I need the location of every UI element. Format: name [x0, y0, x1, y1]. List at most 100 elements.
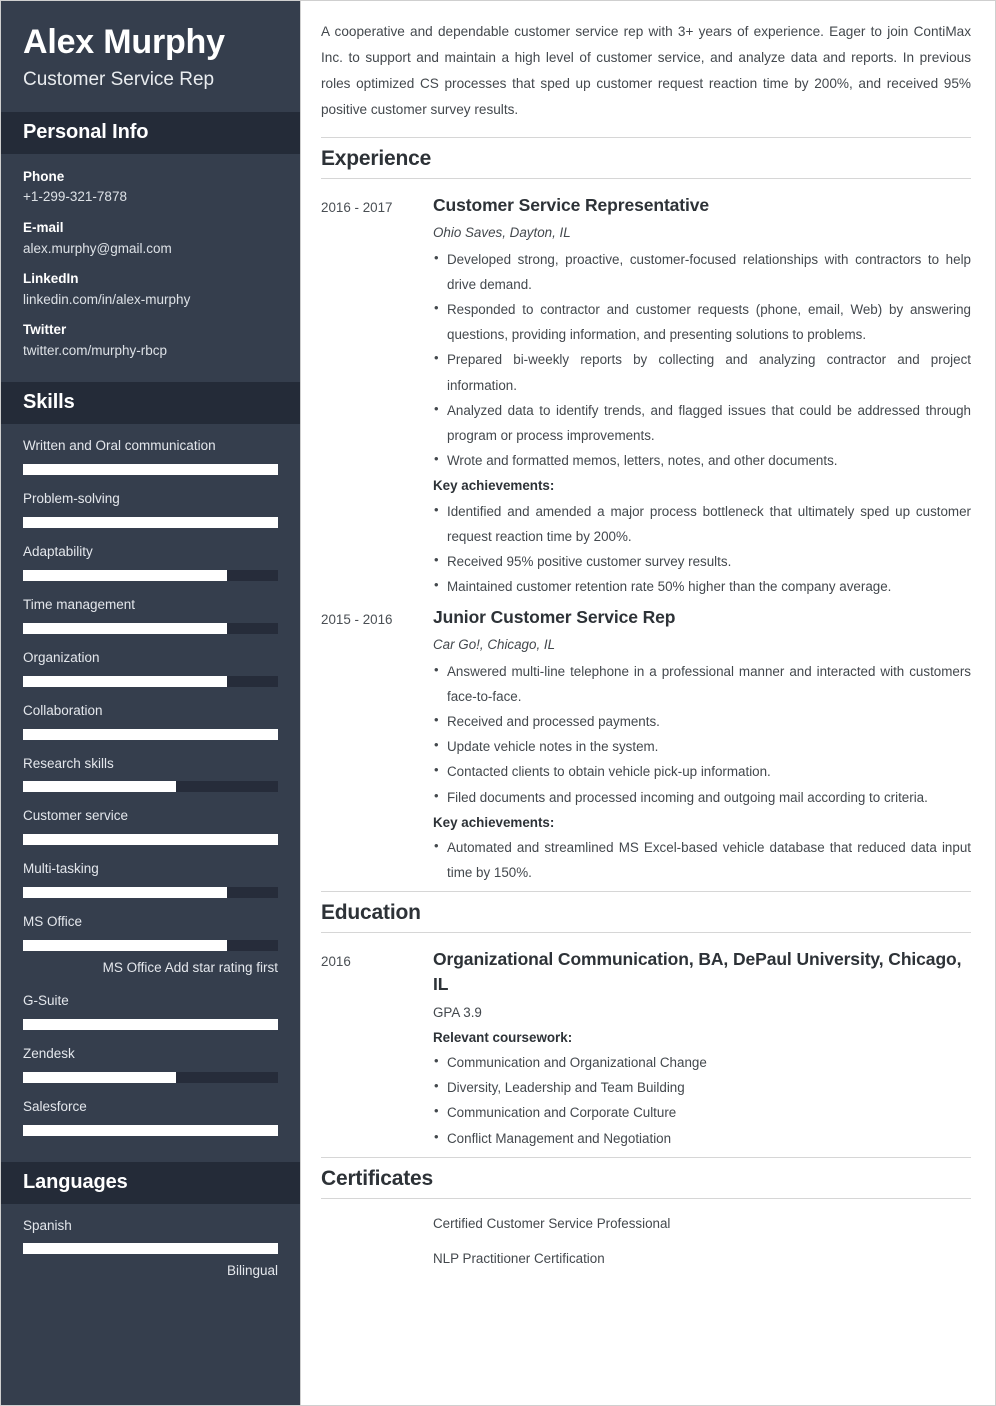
skills-list: Written and Oral communication Problem-so… [1, 424, 300, 1161]
list-item: Wrote and formatted memos, letters, note… [433, 447, 971, 473]
degree-title: Organizational Communication, BA, DePaul… [433, 949, 962, 994]
list-item: Filed documents and processed incoming a… [433, 784, 971, 810]
skill-bar-fill [23, 622, 227, 634]
skill-name: Spanish [23, 1217, 72, 1233]
name-block: Alex Murphy Customer Service Rep [1, 1, 300, 112]
entry-body: Customer Service Representative Ohio Save… [433, 193, 971, 599]
contact-label: E-mail [23, 219, 64, 235]
skill-row: Collaboration [23, 703, 278, 740]
skill-row: Research skills [23, 756, 278, 793]
main-content: A cooperative and dependable customer se… [301, 1, 995, 1405]
skill-note: MS Office Add star rating first [102, 960, 278, 975]
profile-summary: A cooperative and dependable customer se… [321, 24, 971, 118]
skill-row: Salesforce [23, 1099, 278, 1136]
skill-bar-track [23, 569, 278, 581]
contact-label: Twitter [23, 322, 67, 338]
achievements-label: Key achievements: [433, 478, 555, 494]
section-heading-skills: Skills [1, 382, 300, 425]
entry-body: Organizational Communication, BA, DePaul… [433, 947, 971, 1150]
section-heading-experience: Experience [321, 137, 971, 180]
skill-row: Multi-tasking [23, 861, 278, 899]
contact-value[interactable]: linkedin.com/in/alex-murphy [23, 291, 278, 309]
skill-name: Written and Oral communication [23, 438, 216, 454]
gpa-value: GPA 3.9 [433, 1004, 482, 1020]
list-item: Answered multi-line telephone in a profe… [433, 658, 971, 709]
contact-item: Phone +1-299-321-7878 [23, 168, 278, 206]
skill-bar-fill [23, 1071, 176, 1083]
contact-value[interactable]: twitter.com/murphy-rbcp [23, 342, 278, 360]
skill-name: MS Office [23, 914, 83, 930]
experience-entry: 2016 - 2017 Customer Service Representati… [321, 193, 971, 599]
skill-bar-track [23, 940, 278, 951]
responsibility-list: Answered multi-line telephone in a profe… [433, 658, 971, 810]
contact-item: LinkedIn linkedin.com/in/alex-murphy [23, 270, 278, 308]
skill-bar-track [23, 1124, 278, 1136]
entry-organization: Car Go!, Chicago, IL [433, 636, 556, 652]
list-item: Conflict Management and Negotiation [433, 1125, 971, 1151]
certificate-item: Certified Customer Service Professional [433, 1215, 671, 1231]
contact-value[interactable]: alex.murphy@gmail.com [23, 240, 278, 258]
personal-info-list: Phone +1-299-321-7878 E-mail alex.murphy@gm… [1, 154, 300, 382]
skill-bar-track [23, 1243, 278, 1255]
education-entries: 2016 Organizational Communication, BA, De… [321, 947, 971, 1150]
skill-bar-fill [23, 940, 227, 951]
skill-name: Zendesk [23, 1045, 75, 1061]
entry-role: Junior Customer Service Rep [433, 607, 676, 628]
list-item: Responded to contractor and customer req… [433, 296, 971, 347]
skill-row: Spanish Bilingual [23, 1218, 278, 1281]
list-item: Maintained customer retention rate 50% h… [433, 573, 971, 599]
responsibility-list: Developed strong, proactive, customer-fo… [433, 246, 971, 474]
resume-page: Alex Murphy Customer Service Rep Persona… [0, 0, 996, 1406]
certificates-list: Certified Customer Service Professional N… [321, 1213, 971, 1270]
skill-row: MS Office MS Office Add star rating first [23, 914, 278, 977]
section-heading-personal-info: Personal Info [1, 111, 300, 154]
contact-label: LinkedIn [23, 271, 79, 287]
list-item: Diversity, Leadership and Team Building [433, 1074, 971, 1100]
skill-row: Written and Oral communication [23, 438, 278, 476]
skill-bar-track [23, 517, 278, 528]
certificate-item: NLP Practitioner Certification [433, 1251, 605, 1267]
skill-bar-track [23, 1018, 278, 1030]
experience-entries: 2016 - 2017 Customer Service Representati… [321, 193, 971, 885]
skill-name: Adaptability [23, 544, 93, 559]
section-heading-education: Education [321, 891, 971, 934]
skill-name: Problem-solving [23, 491, 120, 507]
list-item: Received and processed payments. [433, 708, 971, 734]
skill-name: Customer service [23, 808, 129, 824]
coursework-list: Communication and Organizational ChangeD… [433, 1049, 971, 1151]
skill-bar-fill [23, 517, 278, 528]
skill-bar-track [23, 675, 278, 687]
list-item: Developed strong, proactive, customer-fo… [433, 246, 971, 297]
contact-item: E-mail alex.murphy@gmail.com [23, 219, 278, 257]
skill-bar-track [23, 834, 278, 846]
skill-row: Adaptability [23, 544, 278, 581]
achievements-label: Key achievements: [433, 814, 555, 830]
skill-bar-fill [23, 1018, 278, 1030]
skill-name: Time management [23, 596, 136, 612]
skill-bar-fill [23, 569, 227, 581]
education-entry: 2016 Organizational Communication, BA, De… [321, 947, 971, 1150]
contact-label: Phone [23, 168, 65, 184]
skill-row: G-Suite [23, 993, 278, 1030]
contact-item: Twitter twitter.com/murphy-rbcp [23, 321, 278, 359]
entry-date: 2016 - 2017 [321, 200, 393, 216]
skill-row: Zendesk [23, 1046, 278, 1083]
list-item: Received 95% positive customer survey re… [433, 548, 971, 574]
skill-bar-fill [23, 1124, 278, 1136]
list-item: Communication and Corporate Culture [433, 1099, 971, 1125]
skill-name: Research skills [23, 755, 114, 771]
skill-bar-track [23, 622, 278, 634]
skill-bar-fill [23, 887, 227, 899]
list-item: Prepared bi-weekly reports by collecting… [433, 346, 971, 397]
skill-row: Time management [23, 597, 278, 634]
skill-bar-fill [23, 781, 176, 793]
sidebar: Alex Murphy Customer Service Rep Persona… [1, 1, 301, 1405]
languages-list: Spanish Bilingual [1, 1204, 300, 1313]
skill-bar-fill [23, 834, 278, 846]
experience-entry: 2015 - 2016 Junior Customer Service Rep Ca… [321, 605, 971, 885]
contact-value[interactable]: +1-299-321-7878 [23, 188, 278, 206]
list-item: Automated and streamlined MS Excel-based… [433, 834, 971, 885]
skill-name: Collaboration [23, 702, 103, 718]
skill-bar-fill [23, 464, 278, 476]
skill-name: Multi-tasking [23, 861, 99, 877]
